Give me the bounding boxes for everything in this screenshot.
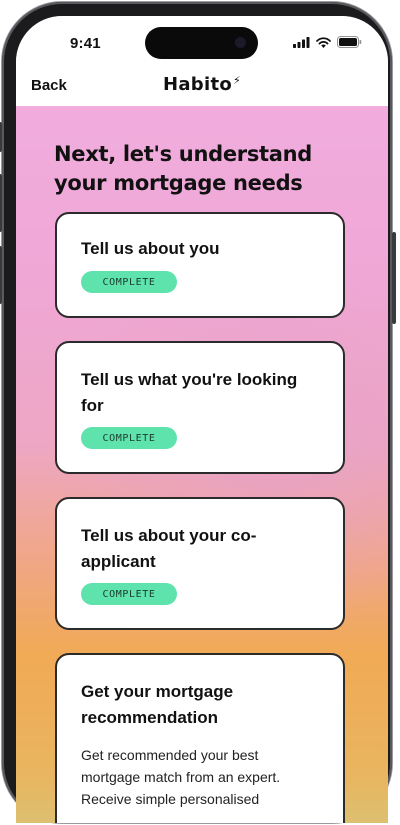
card-title: Tell us what you're looking for <box>81 370 298 415</box>
page-heading: Next, let's understand your mortgage nee… <box>54 142 313 195</box>
screen: 9:41 Back Habito⚡ Next, let's understand… <box>16 16 388 823</box>
back-button[interactable]: Back <box>31 77 67 94</box>
card-title: Get your mortgage recommendation <box>81 682 234 727</box>
status-icons <box>293 36 362 48</box>
dynamic-island <box>145 27 258 59</box>
status-bar: 9:41 <box>16 16 388 70</box>
card-about-you[interactable]: Tell us about you COMPLETE <box>55 212 345 318</box>
phone-frame: 9:41 Back Habito⚡ Next, let's understand… <box>0 2 396 823</box>
wifi-icon <box>316 36 331 48</box>
volume-down-button <box>0 246 2 304</box>
status-badge: COMPLETE <box>81 427 177 449</box>
power-button <box>392 232 396 324</box>
logo-mark-icon: ⚡ <box>233 74 242 87</box>
nav-bar: Back Habito⚡ <box>16 70 388 106</box>
battery-icon <box>337 36 362 48</box>
habito-logo: Habito⚡ <box>163 74 241 95</box>
card-description: Get recommended your best mortgage match… <box>81 747 281 807</box>
volume-up-button <box>0 174 2 232</box>
status-time: 9:41 <box>70 35 101 52</box>
action-button <box>0 122 2 152</box>
card-co-applicant[interactable]: Tell us about your co-applicant COMPLETE <box>55 497 345 630</box>
card-title: Tell us about you <box>81 239 220 258</box>
card-looking-for[interactable]: Tell us what you're looking for COMPLETE <box>55 341 345 474</box>
card-title: Tell us about your co-applicant <box>81 526 257 571</box>
status-badge: COMPLETE <box>81 583 177 605</box>
status-badge: COMPLETE <box>81 271 177 293</box>
signal-icon <box>293 36 310 48</box>
logo-text: Habito <box>163 74 233 95</box>
card-recommendation[interactable]: Get your mortgage recommendation Get rec… <box>55 653 345 823</box>
